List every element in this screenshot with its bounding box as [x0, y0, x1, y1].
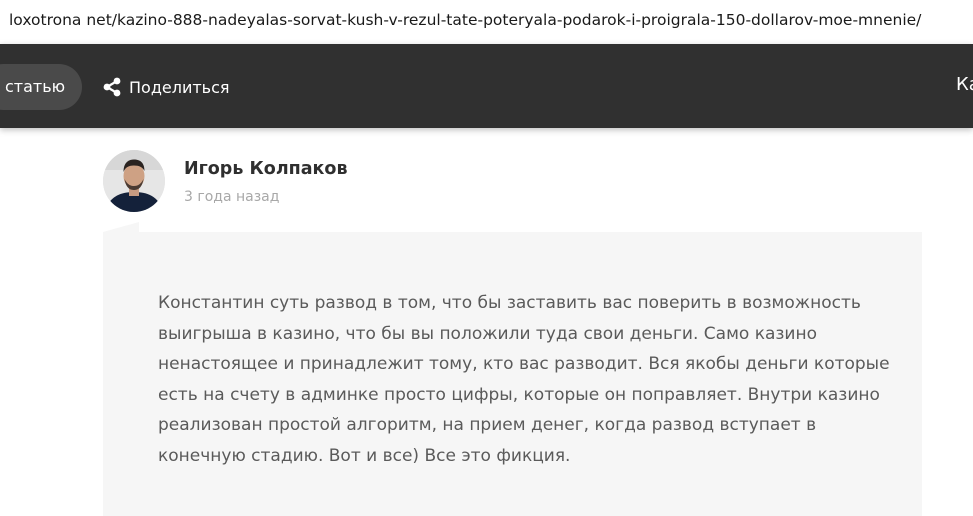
share-button[interactable]: Поделиться [102, 74, 230, 100]
comment-bubble-notch [103, 222, 139, 232]
write-article-label: статью [5, 77, 66, 96]
avatar-photo [103, 150, 165, 212]
top-nav-bar: статью Поделиться Ка [0, 44, 973, 128]
url-text[interactable]: loxotrona net/kazino-888-nadeyalas-sorva… [9, 11, 921, 29]
comment-author[interactable]: Игорь Колпаков [184, 159, 348, 179]
share-label: Поделиться [129, 77, 230, 97]
nav-item-clipped[interactable]: Ка [956, 74, 973, 95]
share-icon [103, 77, 121, 97]
comment-body: Константин суть развод в том, что бы зас… [103, 232, 922, 516]
comment-timestamp: 3 года назад [184, 189, 280, 205]
address-bar[interactable]: loxotrona net/kazino-888-nadeyalas-sorva… [0, 0, 973, 44]
write-article-button[interactable]: статью [0, 64, 82, 110]
comment-text: Константин суть развод в том, что бы зас… [158, 293, 890, 466]
avatar[interactable] [103, 150, 165, 212]
